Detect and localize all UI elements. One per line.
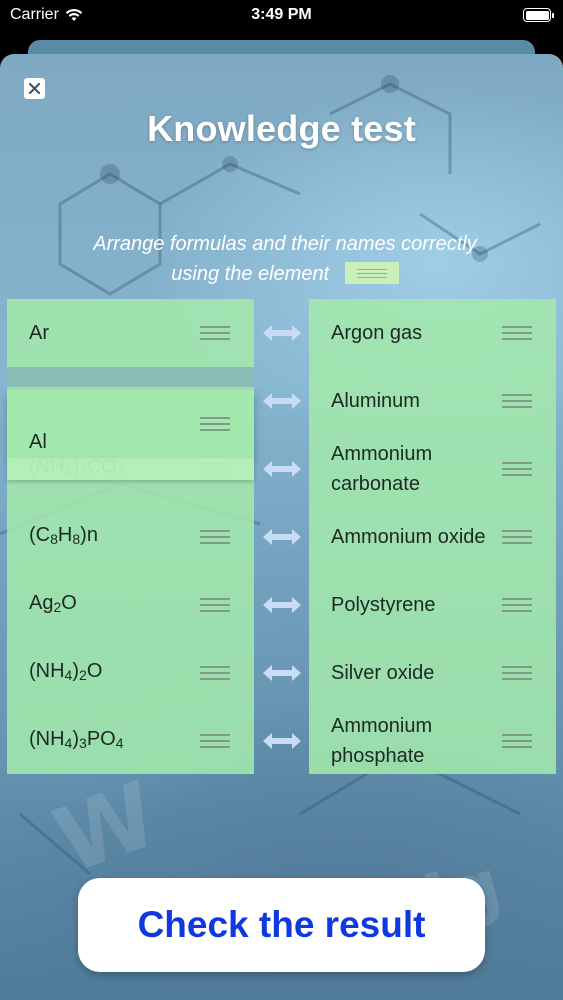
- drag-handle-icon[interactable]: [502, 530, 532, 544]
- drag-handle-sample-icon: [344, 261, 399, 284]
- formula-label: Ar: [29, 322, 49, 344]
- match-arrow-icon: [263, 393, 301, 409]
- formula-item-ar[interactable]: Ar: [7, 299, 254, 367]
- name-label: Aluminum: [331, 390, 420, 412]
- name-item-aluminum[interactable]: Aluminum: [309, 367, 556, 435]
- name-label: Ammonium phosphate: [331, 715, 433, 767]
- match-arrow-icon: [263, 461, 301, 477]
- formula-label: Ag2O: [29, 592, 77, 615]
- name-item-silver-oxide[interactable]: Silver oxide: [309, 639, 556, 707]
- formula-item-c8h8n[interactable]: (C8H8)n: [7, 503, 254, 571]
- drag-handle-icon[interactable]: [200, 326, 230, 340]
- instruction-line-2: using the element: [40, 259, 530, 289]
- name-label: Silver oxide: [331, 662, 435, 684]
- drag-handle-icon[interactable]: [200, 598, 230, 612]
- name-item-polystyrene[interactable]: Polystyrene: [309, 571, 556, 639]
- drag-handle-icon[interactable]: [502, 734, 532, 748]
- formula-item-nh4-3po4[interactable]: (NH4)3PO4: [7, 707, 254, 775]
- name-item-ammonium-carbonate[interactable]: Ammonium carbonate: [309, 435, 556, 503]
- instruction-text: Arrange formulas and their names correct…: [40, 229, 530, 289]
- formula-label: Al: [29, 431, 47, 453]
- knowledge-test-sheet: W Hg Knowledge test Arrange formulas and…: [0, 54, 563, 1000]
- formula-item-al-dragging[interactable]: Al: [7, 390, 254, 480]
- clock: 3:49 PM: [251, 6, 312, 23]
- drag-handle-icon[interactable]: [502, 394, 532, 408]
- close-icon: [29, 83, 40, 94]
- close-button[interactable]: [24, 78, 45, 99]
- page-title: Knowledge test: [147, 108, 416, 149]
- check-result-button[interactable]: Check the result: [78, 878, 485, 972]
- drag-handle-icon[interactable]: [502, 326, 532, 340]
- name-item-ammonium-oxide[interactable]: Ammonium oxide: [309, 503, 556, 571]
- drag-handle-icon[interactable]: [200, 666, 230, 680]
- drag-handle-icon[interactable]: [502, 666, 532, 680]
- drop-placeholder: [7, 367, 254, 387]
- battery-icon: [523, 8, 554, 22]
- match-arrow-icon: [263, 733, 301, 749]
- name-label: Polystyrene: [331, 594, 436, 616]
- drag-shadow-strip: [7, 458, 254, 480]
- instruction-line-1: Arrange formulas and their names correct…: [93, 233, 477, 255]
- status-bar: Carrier 3:49 PM: [0, 0, 563, 30]
- formula-item-nh4-2o[interactable]: (NH4)2O: [7, 639, 254, 707]
- formula-item-ag2o[interactable]: Ag2O: [7, 571, 254, 639]
- name-item-argon-gas[interactable]: Argon gas: [309, 299, 556, 367]
- name-item-ammonium-phosphate[interactable]: Ammonium phosphate: [309, 707, 556, 775]
- drag-handle-icon[interactable]: [502, 598, 532, 612]
- svg-text:W: W: [42, 762, 171, 895]
- match-arrow-icon: [263, 325, 301, 341]
- drag-handle-icon[interactable]: [200, 734, 230, 748]
- drag-handle-icon[interactable]: [200, 530, 230, 544]
- match-arrow-icon: [263, 529, 301, 545]
- drag-handle-icon[interactable]: [200, 417, 230, 431]
- name-label: Argon gas: [331, 322, 423, 344]
- match-arrow-icon: [263, 665, 301, 681]
- formula-label: (NH4)3PO4: [29, 728, 124, 751]
- instruction-line-2-text: using the element: [171, 263, 330, 285]
- name-column: Argon gas Aluminum Ammonium carbonate Am…: [309, 299, 556, 774]
- name-label: Ammonium oxide: [331, 526, 486, 548]
- match-arrow-icon: [263, 597, 301, 613]
- name-label: Ammonium carbonate: [331, 443, 433, 495]
- formula-label: (NH4)2O: [29, 660, 103, 683]
- formula-label: (C8H8)n: [29, 524, 98, 547]
- drag-handle-icon[interactable]: [502, 462, 532, 476]
